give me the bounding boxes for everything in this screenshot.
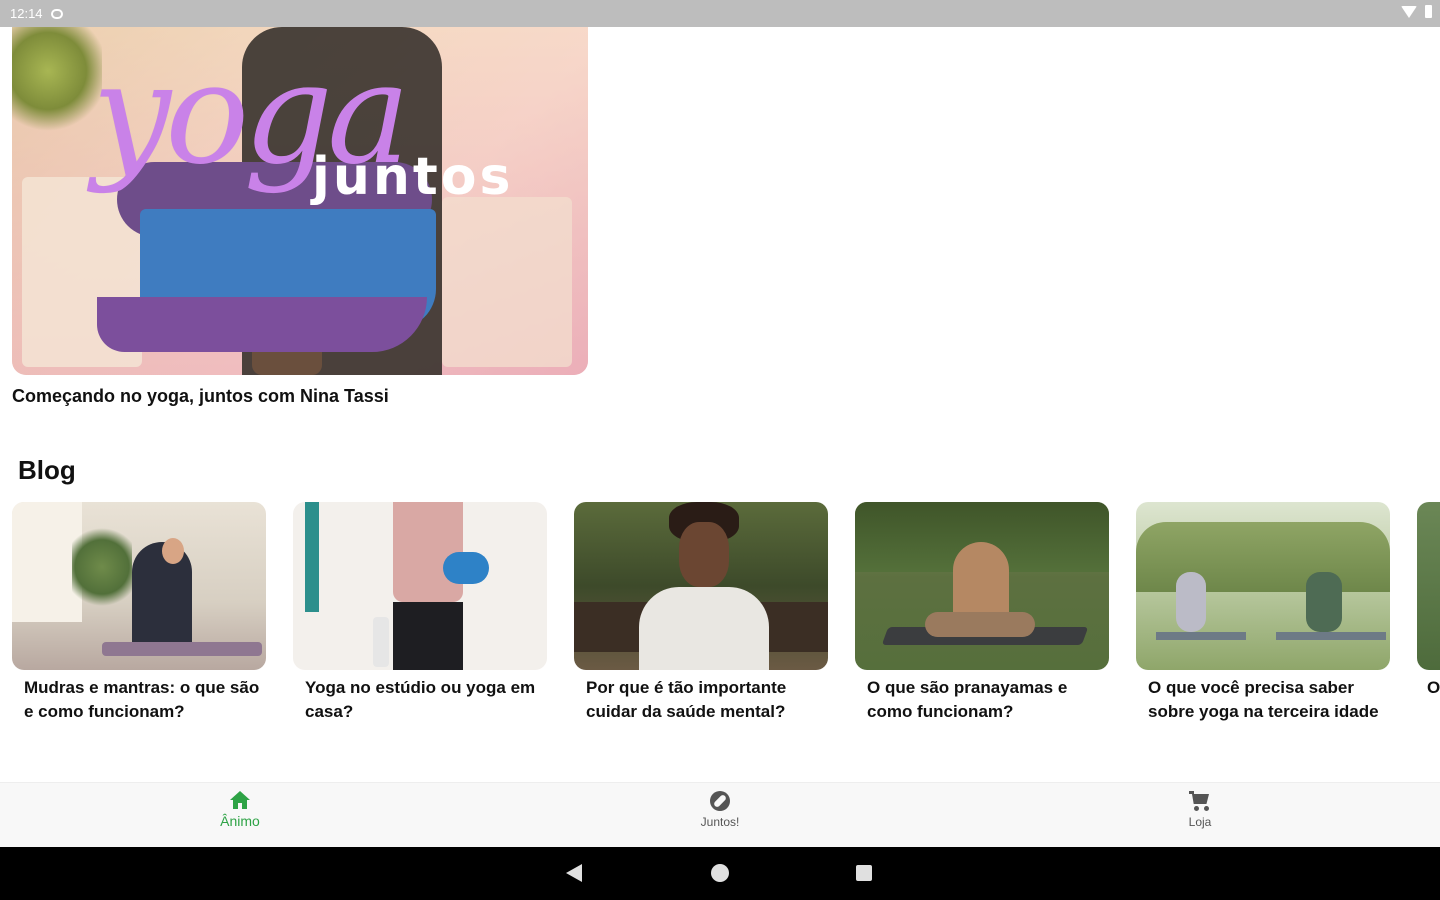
blog-card-image xyxy=(855,502,1109,670)
nav-item-animo[interactable]: Ânimo xyxy=(180,791,300,841)
home-icon xyxy=(230,791,250,809)
nav-label: Ânimo xyxy=(220,813,260,829)
status-bar: 12:14 xyxy=(0,0,1440,27)
blog-card-image xyxy=(293,502,547,670)
blog-card[interactable]: Mudras e mantras: o que são e como funci… xyxy=(12,502,266,724)
blog-card-title: O i xyxy=(1427,678,1440,697)
blog-card-image xyxy=(12,502,266,670)
status-time: 12:14 xyxy=(10,6,43,21)
blog-card-image xyxy=(1417,502,1440,670)
blog-card-partial[interactable]: O i xyxy=(1417,502,1440,700)
featured-caption[interactable]: Começando no yoga, juntos com Nina Tassi xyxy=(12,386,389,407)
system-navigation-bar xyxy=(0,847,1440,900)
battery-icon xyxy=(1425,5,1432,18)
cart-icon xyxy=(1189,791,1211,811)
blog-card[interactable]: O que são pranayamas e como funcionam? xyxy=(855,502,1109,724)
banner-pillar-right xyxy=(442,197,572,367)
back-icon[interactable] xyxy=(566,864,582,882)
notification-icon xyxy=(50,8,63,19)
home-button-icon[interactable] xyxy=(711,864,729,882)
blog-card-title: Yoga no estúdio ou yoga em casa? xyxy=(305,678,536,721)
blog-card[interactable]: Por que é tão importante cuidar da saúde… xyxy=(574,502,828,724)
blog-card[interactable]: O que você precisa saber sobre yoga na t… xyxy=(1136,502,1390,724)
blog-card-image xyxy=(1136,502,1390,670)
blog-card-title: O que são pranayamas e como funcionam? xyxy=(867,678,1068,721)
blog-card[interactable]: Yoga no estúdio ou yoga em casa? xyxy=(293,502,547,724)
nav-item-juntos[interactable]: Juntos! xyxy=(660,791,780,841)
blog-section-title: Blog xyxy=(18,455,76,485)
nav-label: Juntos! xyxy=(700,815,740,829)
blog-card-title: Mudras e mantras: o que são e como funci… xyxy=(24,678,260,721)
nav-label: Loja xyxy=(1188,815,1212,829)
wifi-icon xyxy=(1401,5,1417,18)
compass-icon xyxy=(710,791,730,811)
bottom-navigation: Ânimo Juntos! Loja xyxy=(0,782,1440,847)
banner-mat-edge xyxy=(97,297,427,352)
blog-card-title: O que você precisa saber sobre yoga na t… xyxy=(1148,678,1379,721)
status-icons xyxy=(1401,5,1432,18)
recents-icon[interactable] xyxy=(856,865,872,881)
featured-banner[interactable]: yoga juntos xyxy=(12,27,588,375)
blog-card-image xyxy=(574,502,828,670)
nav-item-loja[interactable]: Loja xyxy=(1140,791,1260,841)
blog-card-title: Por que é tão importante cuidar da saúde… xyxy=(586,678,787,721)
banner-plant xyxy=(12,27,102,137)
banner-overlay-word: juntos xyxy=(312,147,514,207)
